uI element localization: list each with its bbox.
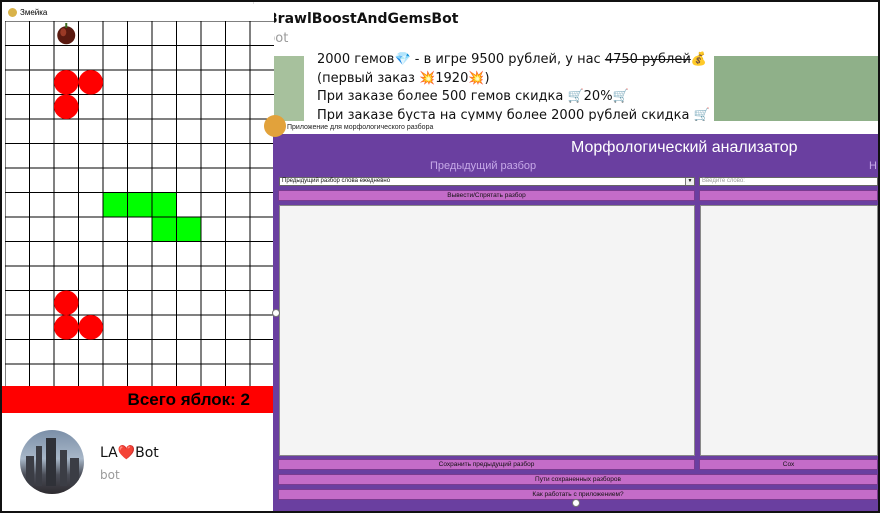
message-line-2: (первый заказ 💥1920💥) <box>317 70 490 86</box>
morph-titlebar[interactable]: Приложение для морфологического разбора <box>273 121 878 134</box>
snake-titlebar[interactable]: Змейка <box>2 4 274 20</box>
save-new-button[interactable]: Сох <box>699 459 878 470</box>
word-input[interactable]: Введите слово: <box>699 177 878 186</box>
chat-title: BrawlBoostAndGemsBot <box>267 11 459 27</box>
green-block <box>152 217 177 242</box>
bot-subtitle: bot <box>100 468 120 482</box>
morph-analyzer-window: Приложение для морфологического разбора … <box>273 121 878 511</box>
toggle-analysis-button[interactable]: Вывести/Спрятать разбор <box>278 190 695 201</box>
avatar <box>20 430 84 494</box>
apple-stem <box>65 23 68 28</box>
snake-segment <box>54 70 79 95</box>
green-block <box>176 217 201 242</box>
right-top-button[interactable] <box>699 190 878 201</box>
score-bar: Всего яблок: 2 <box>2 386 274 413</box>
sender-avatar[interactable] <box>264 115 286 137</box>
snake-segment <box>78 315 103 340</box>
save-previous-button[interactable]: Сохранить предыдущий разбор <box>278 459 695 470</box>
snake-segment <box>78 70 103 95</box>
snake-game-window: Змейка <box>2 4 274 416</box>
morph-window-title: Приложение для морфологического разбора <box>287 124 434 131</box>
chevron-down-icon[interactable]: ▼ <box>685 178 694 185</box>
green-block <box>152 192 177 217</box>
snake-app-icon <box>8 7 17 17</box>
apple-icon <box>57 26 76 45</box>
message-line-1: 2000 гемов💎 - в игре 9500 рублей, у нас … <box>317 52 707 67</box>
resize-handle-left[interactable] <box>272 309 280 317</box>
green-block <box>103 192 128 217</box>
snake-segment <box>54 290 79 315</box>
previous-analysis-output[interactable] <box>279 205 695 456</box>
saved-paths-button[interactable]: Пути сохраненных разборов <box>278 474 878 485</box>
snake-segment <box>54 94 79 119</box>
new-analysis-output[interactable] <box>700 205 878 456</box>
how-to-use-button[interactable]: Как работать с приложением? <box>278 489 878 500</box>
new-analysis-label: Н <box>869 160 877 172</box>
bot-name: LA❤️Bot <box>100 445 159 461</box>
apple-count-label: Всего яблок: 2 <box>127 390 250 409</box>
message-bubble: 2000 гемов💎 - в игре 9500 рублей, у нас … <box>309 51 711 141</box>
heart-icon: ❤️ <box>117 445 136 461</box>
apple-highlight <box>60 28 67 37</box>
message-line-3: При заказе более 500 гемов скидка 🛒20%🛒 <box>317 89 629 104</box>
chat-header[interactable]: BrawlBoostAndGemsBot bot <box>254 0 878 56</box>
chat-list-item-la-bot[interactable]: LA❤️Bot bot <box>2 413 273 511</box>
green-block <box>127 192 152 217</box>
previous-analysis-select[interactable]: Предыдущий разбор слова ежедневно ▼ <box>279 177 695 186</box>
resize-handle-bottom[interactable] <box>572 499 580 507</box>
page-title: Морфологический анализатор <box>571 139 798 156</box>
snake-window-title: Змейка <box>20 7 48 17</box>
game-board[interactable] <box>5 21 274 390</box>
snake-segment <box>54 315 79 340</box>
previous-analysis-label: Предыдущий разбор <box>430 160 537 172</box>
